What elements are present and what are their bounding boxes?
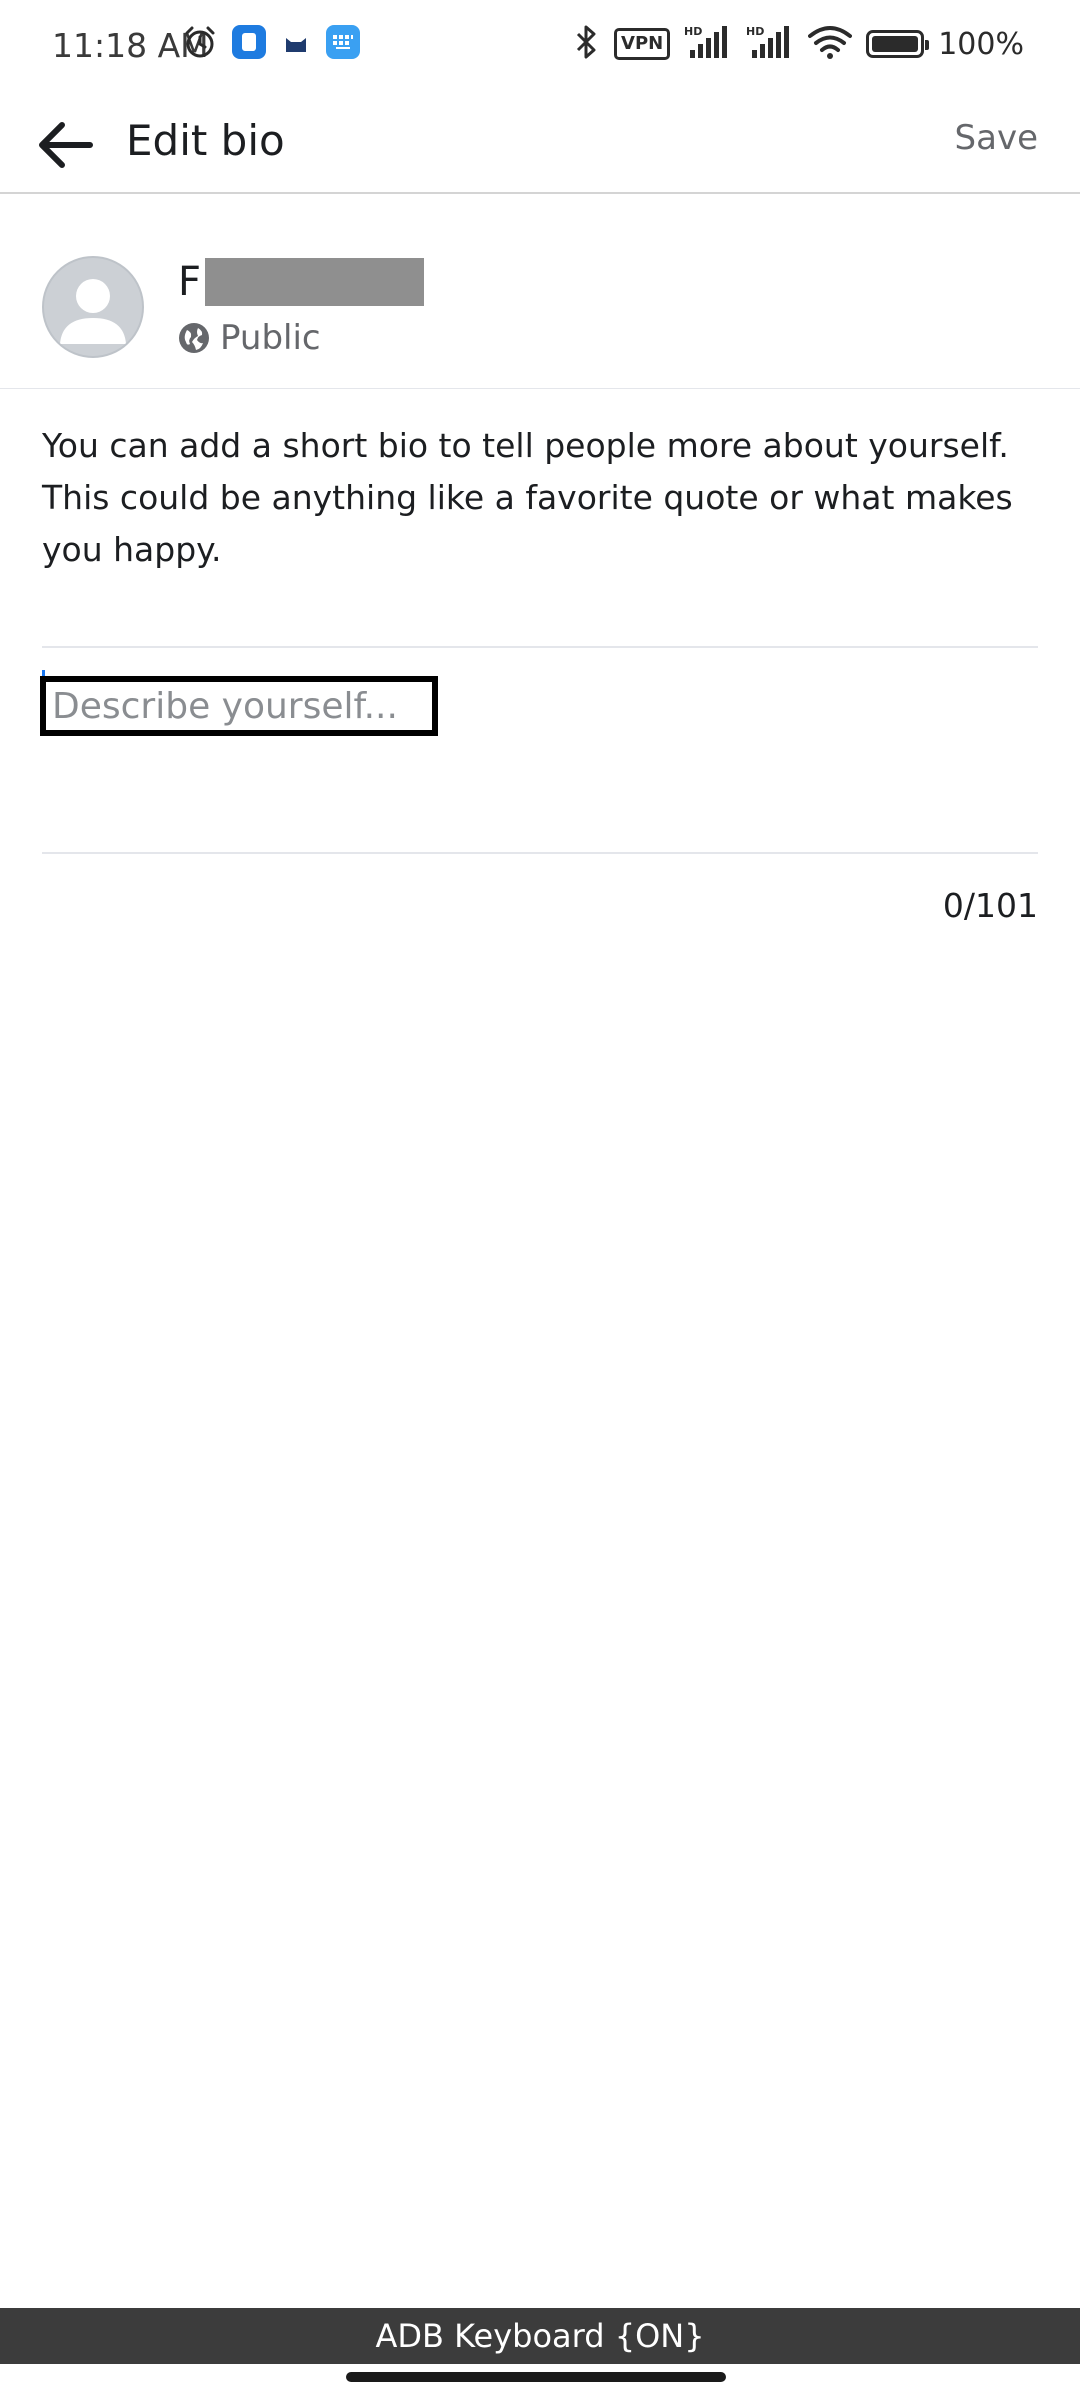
hd-signal-icon: HD (746, 24, 794, 64)
profile-name: F (178, 258, 425, 306)
audience-selector[interactable]: Public (178, 318, 321, 358)
back-button[interactable] (30, 110, 100, 180)
character-counter: 0/101 (942, 886, 1038, 925)
battery-icon (866, 30, 930, 58)
profile-name-text: F (178, 259, 202, 305)
keyboard-status-label: ADB Keyboard {ON} (375, 2317, 705, 2355)
keyboard-status-bar: ADB Keyboard {ON} (0, 2308, 1080, 2364)
keyboard-app-icon (326, 25, 360, 59)
cat-app-icon (280, 26, 312, 58)
page-title: Edit bio (126, 116, 285, 165)
name-redaction (205, 258, 425, 306)
profile-row: F Public (0, 194, 1080, 389)
wifi-icon (808, 24, 853, 64)
bio-input[interactable] (40, 676, 438, 736)
svg-text:HD: HD (746, 25, 764, 38)
audience-label: Public (220, 318, 321, 358)
save-button[interactable]: Save (955, 118, 1038, 158)
avatar[interactable] (42, 256, 144, 358)
status-right-icons: VPN HD HD 100% (572, 24, 1024, 64)
globe-icon (179, 323, 209, 353)
battery-fill (872, 36, 919, 52)
svg-text:HD: HD (684, 25, 702, 38)
status-bar: 11:18 AM VPN HD HD 100% (0, 0, 1080, 96)
bluetooth-icon (572, 24, 600, 64)
bio-description: You can add a short bio to tell people m… (42, 426, 1013, 569)
battery-percentage: 100% (938, 26, 1024, 62)
app-bar: Edit bio Save (0, 96, 1080, 194)
arrow-left-icon (39, 122, 93, 168)
vpn-icon: VPN (614, 28, 671, 60)
blue-app-icon (232, 25, 266, 59)
default-avatar-icon (60, 279, 126, 344)
home-indicator[interactable] (346, 2372, 726, 2382)
hd-signal-icon: HD (684, 24, 732, 64)
status-left-icons (182, 24, 360, 60)
bio-input-area[interactable] (40, 646, 1038, 854)
alarm-icon (182, 24, 218, 60)
